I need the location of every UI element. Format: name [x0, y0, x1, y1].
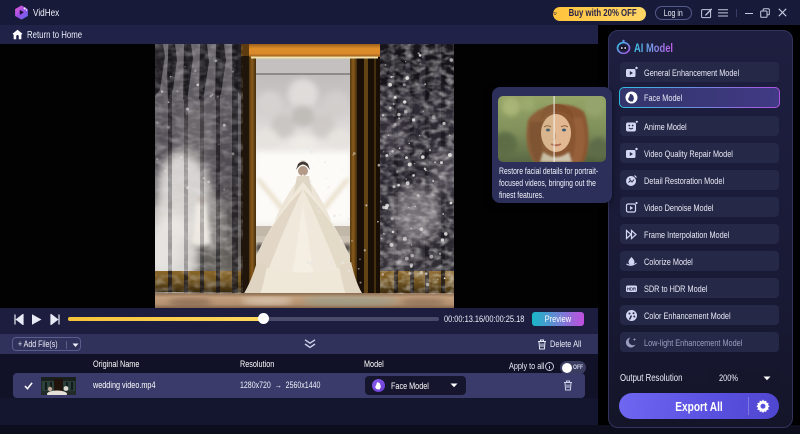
svg-text:HDR: HDR	[627, 286, 636, 291]
